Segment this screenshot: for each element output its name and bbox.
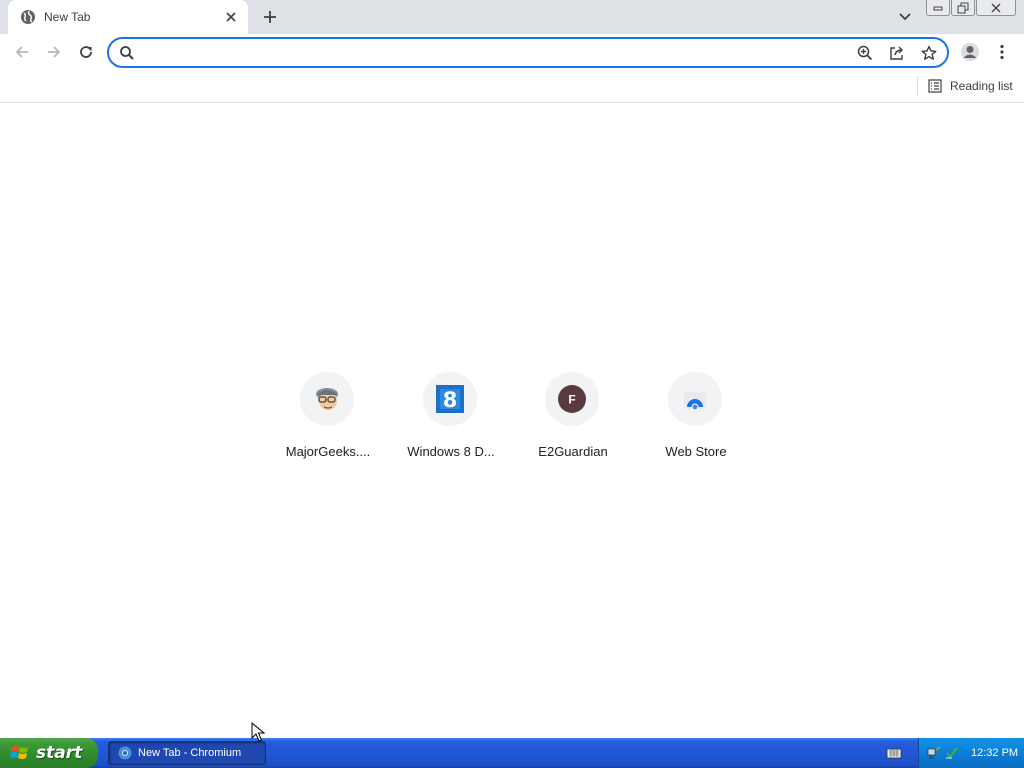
star-icon <box>921 45 937 60</box>
start-label: start <box>36 743 83 763</box>
tab-search-button[interactable] <box>894 6 916 28</box>
svg-text:8: 8 <box>443 388 458 412</box>
majorgeeks-icon <box>316 388 338 410</box>
kebab-menu-icon <box>1000 44 1004 60</box>
globe-icon <box>21 10 35 24</box>
tab-title: New Tab <box>44 10 91 24</box>
shortcut-web-store[interactable]: Web Store <box>640 372 752 472</box>
windows-logo-icon <box>10 746 28 759</box>
zoom-in-icon <box>857 45 873 61</box>
plus-icon <box>264 11 276 23</box>
reading-list-label: Reading list <box>950 79 1013 93</box>
taskbar-item-chromium[interactable]: New Tab - Chromium <box>108 741 266 765</box>
zoom-button[interactable] <box>855 43 875 63</box>
taskbar: start New Tab - Chromium 12:32 PM <box>0 738 1024 768</box>
shortcut-majorgeeks[interactable]: MajorGeeks.... <box>272 372 384 472</box>
chromium-icon <box>118 746 132 760</box>
tab-strip: New Tab <box>0 0 1024 34</box>
address-input[interactable] <box>141 42 841 63</box>
reload-button[interactable] <box>74 40 98 64</box>
reading-list-button[interactable]: Reading list <box>928 76 1013 96</box>
tab-new-tab[interactable]: New Tab <box>8 0 248 34</box>
reading-list-icon <box>928 79 942 93</box>
bookmarks-separator <box>917 76 918 96</box>
share-button[interactable] <box>887 43 907 63</box>
back-button[interactable] <box>10 40 34 64</box>
security-check-icon[interactable] <box>945 746 959 760</box>
keyboard-icon[interactable] <box>886 746 902 760</box>
shortcut-label: E2Guardian <box>538 444 608 459</box>
network-icon[interactable] <box>927 746 941 760</box>
close-icon <box>991 3 1001 12</box>
shortcut-windows8[interactable]: 8 Windows 8 D... <box>395 372 507 472</box>
clock[interactable]: 12:32 PM <box>971 747 1018 759</box>
reload-icon <box>80 46 92 58</box>
letter-f-icon: F <box>558 385 586 413</box>
shortcut-label: Windows 8 D... <box>407 444 495 459</box>
tab-close-button[interactable] <box>222 8 240 26</box>
shortcut-icon-tile <box>300 372 354 426</box>
taskbar-item-label: New Tab - Chromium <box>138 747 242 759</box>
system-tray: 12:32 PM <box>918 738 1024 768</box>
webstore-icon <box>684 392 706 411</box>
mouse-cursor-icon <box>251 722 265 742</box>
bookmarks-bar: Reading list <box>0 70 1024 103</box>
arrow-right-icon <box>48 46 61 58</box>
shortcut-icon-tile: 8 <box>423 372 477 426</box>
new-tab-button[interactable] <box>258 5 282 29</box>
shortcut-icon-tile <box>668 372 722 426</box>
forward-button[interactable] <box>42 40 66 64</box>
window-close-button[interactable] <box>976 0 1016 16</box>
arrow-left-icon <box>15 46 28 58</box>
minimize-button[interactable] <box>926 0 950 16</box>
windows8-icon: 8 <box>436 385 464 413</box>
restore-icon <box>957 2 969 13</box>
search-icon <box>120 46 134 60</box>
shortcut-label: Web Store <box>665 444 727 459</box>
menu-button[interactable] <box>990 40 1014 64</box>
minimize-icon <box>933 6 943 10</box>
start-button[interactable]: start <box>0 738 98 768</box>
profile-avatar-icon <box>961 43 979 61</box>
share-icon <box>890 46 903 60</box>
close-icon <box>226 12 236 22</box>
omnibox[interactable] <box>107 37 949 68</box>
window-controls <box>926 0 1020 18</box>
svg-text:F: F <box>568 393 575 407</box>
profile-button[interactable] <box>958 40 982 64</box>
shortcut-label: MajorGeeks.... <box>285 444 371 459</box>
chevron-down-icon <box>899 13 911 21</box>
toolbar <box>0 34 1024 70</box>
shortcut-e2guardian[interactable]: F E2Guardian <box>517 372 629 472</box>
shortcut-icon-tile: F <box>545 372 599 426</box>
bookmark-star-button[interactable] <box>919 43 939 63</box>
restore-button[interactable] <box>951 0 975 16</box>
